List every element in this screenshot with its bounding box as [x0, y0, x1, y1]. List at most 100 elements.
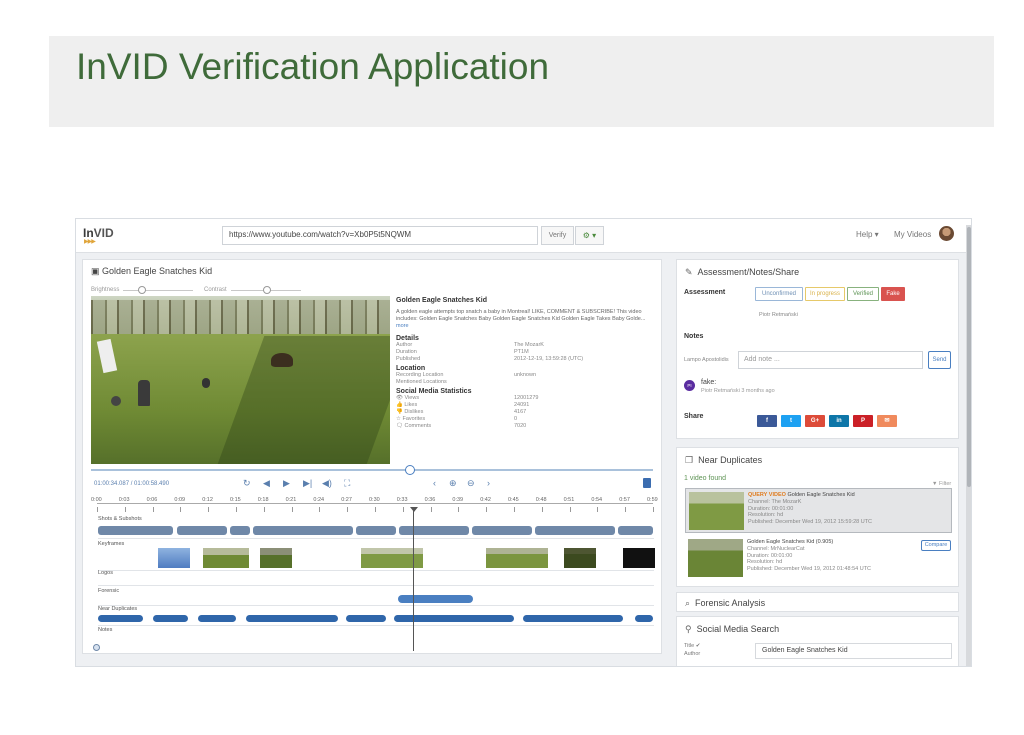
share-google-plus-icon[interactable]: G+ — [805, 415, 825, 427]
filter-button[interactable]: ▼ Filter — [932, 481, 951, 487]
video-player[interactable] — [91, 296, 390, 464]
step-back-icon[interactable]: ◀ — [263, 478, 270, 489]
shot-segment[interactable] — [356, 526, 396, 535]
track-label-keyframes: Keyframes — [98, 541, 125, 547]
timeline-tick-label: 0:51 — [563, 497, 575, 503]
title-checkbox-label[interactable]: Title ✔ — [684, 643, 700, 649]
timeline-tick-label: 0:27 — [341, 497, 352, 503]
scrollbar-thumb[interactable] — [967, 227, 971, 487]
url-input[interactable]: https://www.youtube.com/watch?v=Xb0P5t5N… — [222, 226, 538, 245]
near-duplicate-segment[interactable] — [198, 615, 236, 622]
timeline-tick — [97, 507, 98, 512]
near-duplicate-segment[interactable] — [394, 615, 514, 622]
shot-segment[interactable] — [618, 526, 653, 535]
stat-value: 12001279 — [514, 395, 539, 401]
keyframe-thumbnail[interactable] — [203, 548, 249, 568]
chevron-right-icon[interactable]: › — [487, 478, 490, 488]
top-bar: InVID ▶▶▶ https://www.youtube.com/watch?… — [76, 219, 971, 253]
my-videos-link[interactable]: My Videos — [894, 230, 931, 239]
query-video-item[interactable]: QUERY VIDEO Golden Eagle Snatches Kid Ch… — [685, 488, 952, 533]
forensic-segment[interactable] — [398, 595, 473, 603]
keyframe-thumbnail[interactable] — [260, 548, 292, 568]
verified-button[interactable]: Verified — [847, 287, 879, 301]
near-duplicate-segment[interactable] — [635, 615, 653, 622]
stat-key: 👍 Likes — [396, 402, 418, 408]
timeline-tick-label: 0:33 — [396, 497, 408, 503]
duplicate-video-thumbnail — [688, 539, 743, 577]
stat-value: 0 — [514, 416, 518, 422]
author-label[interactable]: Author — [684, 651, 700, 657]
near-duplicate-segment[interactable] — [153, 615, 188, 622]
copy-icon: ❐ — [685, 455, 694, 465]
playhead-marker[interactable] — [410, 507, 418, 512]
more-link[interactable]: more — [396, 323, 409, 329]
share-pinterest-icon[interactable]: P — [853, 415, 873, 427]
volume-icon[interactable]: ◀) — [322, 478, 332, 489]
zoom-in-icon[interactable]: ⊕ — [449, 478, 457, 489]
share-linkedin-icon[interactable]: in — [829, 415, 849, 427]
timeline-tick-label: 0:30 — [369, 497, 380, 503]
track-divider — [98, 585, 654, 586]
share-twitter-icon[interactable]: t — [781, 415, 801, 427]
detail-value: 2012-12-19, 13:59:28 (UTC) — [514, 356, 584, 362]
forensic-analysis-panel[interactable]: ⌕ Forensic Analysis — [676, 592, 959, 612]
filter-icon: ▼ — [932, 481, 939, 487]
stat-key: 👁 Views — [396, 395, 420, 401]
add-note-marker[interactable] — [93, 644, 100, 651]
timeline-tick-label: 0:39 — [452, 497, 464, 503]
detail-value: The MozarK — [514, 342, 544, 348]
fake-button[interactable]: Fake — [881, 287, 905, 301]
settings-dropdown-button[interactable]: ⚙ ▾ — [575, 226, 604, 245]
contrast-slider-handle[interactable] — [263, 286, 271, 294]
play-icon[interactable]: ▶ — [283, 478, 290, 489]
keyframe-thumbnail[interactable] — [158, 548, 190, 568]
user-avatar[interactable] — [939, 226, 954, 241]
near-duplicate-segment[interactable] — [98, 615, 143, 622]
shot-segment[interactable] — [399, 526, 469, 535]
assessment-title: ✎ Assessment/Notes/Share — [685, 267, 800, 277]
timeline-tick-label: 0:59 — [647, 497, 658, 503]
add-note-input[interactable]: Add note ... — [738, 351, 923, 369]
shot-segment[interactable] — [177, 526, 227, 535]
timeline-tick-label: 0:18 — [257, 497, 269, 503]
verify-button[interactable]: Verify — [541, 226, 574, 245]
help-menu[interactable]: Help ▾ — [856, 230, 879, 239]
shot-segment[interactable] — [472, 526, 532, 535]
meta-description: A golden eagle attempts top snatch a bab… — [396, 309, 646, 329]
shot-segment[interactable] — [535, 526, 615, 535]
zoom-out-icon[interactable]: ⊖ — [467, 478, 475, 489]
brightness-slider-handle[interactable] — [138, 286, 146, 294]
seek-handle[interactable] — [405, 465, 415, 475]
brightness-slider[interactable] — [123, 290, 193, 291]
timeline-tick — [208, 507, 210, 512]
step-forward-icon[interactable]: ▶| — [303, 478, 312, 489]
keyframe-thumbnail[interactable] — [623, 548, 655, 568]
unconfirmed-button[interactable]: Unconfirmed — [755, 287, 803, 301]
chevron-left-icon[interactable]: ‹ — [433, 478, 436, 488]
keyframe-thumbnail[interactable] — [564, 548, 596, 568]
duplicate-video-item[interactable]: Golden Eagle Snatches Kid (0.905) Channe… — [685, 536, 952, 581]
meta-title: Golden Eagle Snatches Kid — [396, 297, 488, 304]
duplicate-video-info: Golden Eagle Snatches Kid (0.905) Channe… — [747, 539, 871, 573]
near-duplicate-segment[interactable] — [346, 615, 386, 622]
download-icon[interactable] — [643, 478, 651, 488]
replay-icon[interactable]: ↻ — [243, 478, 251, 489]
keyframe-thumbnail[interactable] — [486, 548, 548, 568]
fullscreen-icon[interactable]: ⛶ — [344, 478, 350, 489]
in-progress-button[interactable]: In progress — [805, 287, 845, 301]
compare-button[interactable]: Compare — [921, 540, 951, 551]
seek-bar[interactable] — [91, 469, 653, 471]
timeline-tick — [347, 507, 349, 512]
share-email-icon[interactable]: ✉ — [877, 415, 897, 427]
shot-segment[interactable] — [253, 526, 353, 535]
send-note-button[interactable]: Send — [928, 351, 951, 369]
near-duplicate-segment[interactable] — [523, 615, 623, 622]
timeline-tick-label: 0:42 — [480, 497, 491, 503]
social-search-query-input[interactable]: Golden Eagle Snatches Kid — [755, 643, 952, 659]
timeline-tick-label: 0:00 — [91, 497, 102, 503]
share-facebook-icon[interactable]: f — [757, 415, 777, 427]
shot-segment[interactable] — [230, 526, 250, 535]
shot-segment[interactable] — [98, 526, 173, 535]
near-duplicate-segment[interactable] — [246, 615, 338, 622]
duplicate-duration: Duration: 00:01:00 — [747, 552, 793, 559]
